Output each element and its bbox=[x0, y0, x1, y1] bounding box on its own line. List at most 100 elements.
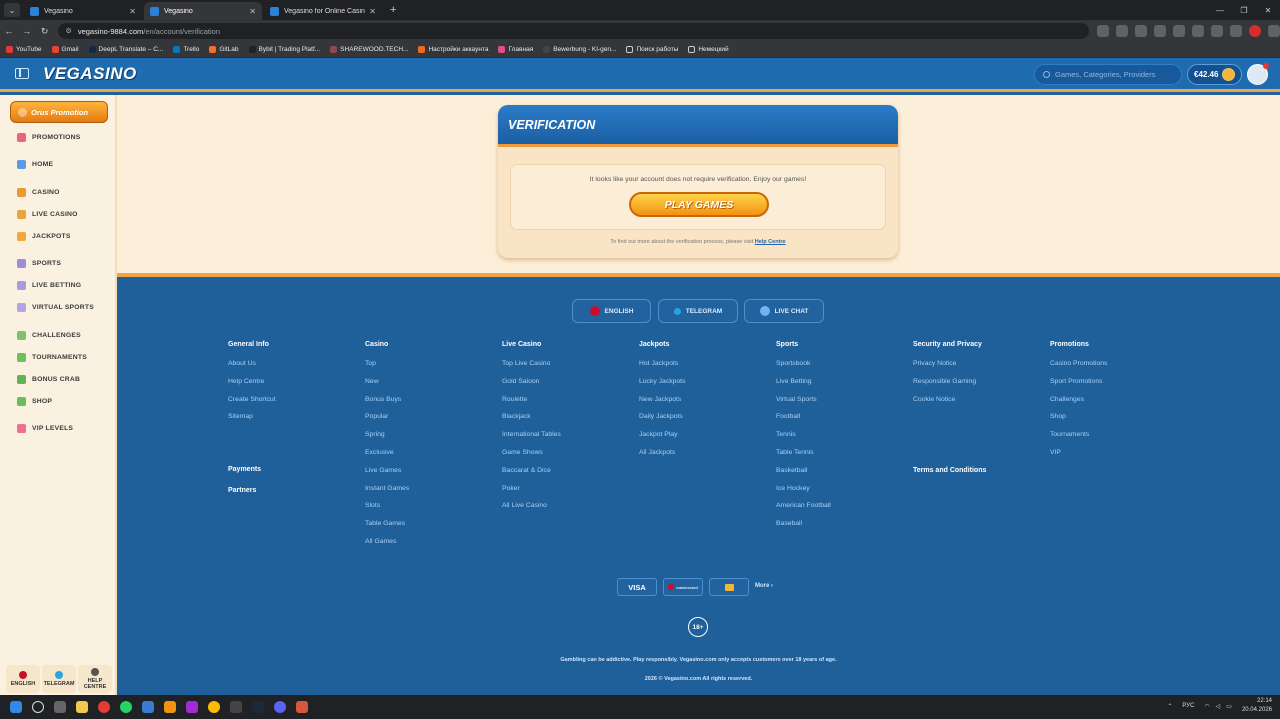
browser-tab-3[interactable]: Vegasino for Online Casino and ✕ bbox=[264, 2, 382, 20]
minimize-icon[interactable]: — bbox=[1208, 6, 1232, 15]
app-icon[interactable] bbox=[230, 701, 242, 713]
live-chat-button[interactable]: LIVE CHAT bbox=[744, 299, 824, 323]
footer-link[interactable]: Sportsbook bbox=[776, 360, 831, 378]
extension-icon[interactable] bbox=[1191, 25, 1204, 37]
footer-link[interactable]: Sitemap bbox=[228, 413, 276, 431]
bookmark-item[interactable]: Bybit | Trading Platf... bbox=[248, 46, 320, 53]
bookmark-star-icon[interactable] bbox=[1153, 25, 1166, 37]
bookmark-item[interactable]: Настройки аккаунта bbox=[418, 46, 488, 53]
back-icon[interactable]: ← bbox=[0, 26, 18, 36]
search-icon[interactable] bbox=[32, 701, 44, 713]
footer-link[interactable]: All Jackpots bbox=[639, 449, 685, 467]
kebab-menu-icon[interactable] bbox=[1267, 25, 1280, 37]
sidebar-item-promotions[interactable]: PROMOTIONS bbox=[17, 133, 80, 142]
footer-link[interactable]: Baseball bbox=[776, 520, 831, 538]
share-icon[interactable] bbox=[1134, 25, 1147, 37]
balance-button[interactable]: €42.46 bbox=[1187, 64, 1242, 85]
language-button[interactable]: ENGLISH bbox=[6, 665, 40, 693]
close-icon[interactable]: ✕ bbox=[369, 7, 376, 16]
footer-link[interactable]: Hot Jackpots bbox=[639, 360, 685, 378]
footer-link[interactable]: Virtual Sports bbox=[776, 396, 831, 414]
maximize-icon[interactable]: ❐ bbox=[1232, 6, 1256, 15]
app-icon[interactable] bbox=[296, 701, 308, 713]
opera-icon[interactable] bbox=[98, 701, 110, 713]
footer-link[interactable]: American Football bbox=[776, 502, 831, 520]
telegram-button[interactable]: TELEGRAM bbox=[42, 665, 76, 693]
sidebar-item-tournaments[interactable]: TOURNAMENTS bbox=[17, 353, 87, 362]
sidebar-item-sports[interactable]: SPORTS bbox=[17, 259, 61, 268]
footer-link[interactable]: Create Shortcut bbox=[228, 396, 276, 414]
sidebar-item-home[interactable]: HOME bbox=[17, 160, 53, 169]
sublime-icon[interactable] bbox=[164, 701, 176, 713]
profile-icon[interactable] bbox=[1248, 25, 1261, 37]
footer-link[interactable]: Sport Promotions bbox=[1050, 378, 1107, 396]
bookmark-item[interactable]: SHAREWOOD.TECH... bbox=[330, 46, 408, 53]
bookmark-folder[interactable]: Немецкий bbox=[688, 46, 729, 53]
tab-search-button[interactable]: ⌄ bbox=[4, 3, 20, 17]
sidebar-item-jackpots[interactable]: JACKPOTS bbox=[17, 232, 71, 241]
footer-link[interactable]: Exclusive bbox=[365, 449, 409, 467]
footer-link[interactable]: VIP bbox=[1050, 449, 1107, 467]
sidebar-item-live-betting[interactable]: LIVE BETTING bbox=[17, 281, 81, 290]
footer-link[interactable]: Shop bbox=[1050, 413, 1107, 431]
footer-link[interactable]: All Games bbox=[365, 538, 409, 556]
promotion-button[interactable]: Orus Promotion bbox=[10, 101, 108, 123]
footer-payments-link[interactable]: Payments bbox=[228, 466, 261, 473]
telegram-button[interactable]: TELEGRAM bbox=[658, 299, 738, 323]
help-centre-button[interactable]: HELP CENTRE bbox=[78, 665, 112, 693]
steam-icon[interactable] bbox=[252, 701, 264, 713]
ide-icon[interactable] bbox=[186, 701, 198, 713]
footer-link[interactable]: Spring bbox=[365, 431, 409, 449]
language-selector-button[interactable]: ENGLISH bbox=[572, 299, 651, 323]
bookmark-item[interactable]: Gmail bbox=[51, 46, 79, 53]
footer-link[interactable]: Roulette bbox=[502, 396, 561, 414]
search-input[interactable]: Games, Categories, Providers bbox=[1034, 64, 1182, 85]
site-logo[interactable]: VEGASINO bbox=[43, 64, 137, 84]
keyboard-language[interactable]: РУС bbox=[1182, 703, 1194, 709]
footer-link[interactable]: Bonus Buys bbox=[365, 396, 409, 414]
bookmark-item[interactable]: DeepL Translate – C... bbox=[88, 46, 163, 53]
vscode-icon[interactable] bbox=[142, 701, 154, 713]
battery-icon[interactable]: ▭ bbox=[1226, 703, 1232, 710]
footer-link[interactable]: Ice Hockey bbox=[776, 485, 831, 503]
footer-link[interactable]: New Jackpots bbox=[639, 396, 685, 414]
more-payments-link[interactable]: More › bbox=[755, 583, 773, 589]
footer-link[interactable]: International Tables bbox=[502, 431, 561, 449]
help-centre-link[interactable]: Help Centre bbox=[755, 239, 786, 245]
sidebar-item-vip-levels[interactable]: VIP LEVELS bbox=[17, 424, 73, 433]
footer-link[interactable]: Poker bbox=[502, 485, 561, 503]
footer-link[interactable]: Top bbox=[365, 360, 409, 378]
footer-link[interactable]: Table Tennis bbox=[776, 449, 831, 467]
cast-icon[interactable] bbox=[1115, 25, 1128, 37]
discord-icon[interactable] bbox=[274, 701, 286, 713]
whatsapp-icon[interactable] bbox=[120, 701, 132, 713]
reload-icon[interactable]: ↻ bbox=[36, 26, 54, 37]
sidebar-item-virtual-sports[interactable]: VIRTUAL SPORTS bbox=[17, 303, 94, 312]
footer-link[interactable]: Daily Jackpots bbox=[639, 413, 685, 431]
file-explorer-icon[interactable] bbox=[76, 701, 88, 713]
chrome-icon[interactable] bbox=[208, 701, 220, 713]
footer-link[interactable]: Privacy Notice bbox=[913, 360, 982, 378]
footer-link[interactable]: Casino Promotions bbox=[1050, 360, 1107, 378]
translate-icon[interactable] bbox=[1096, 25, 1109, 37]
sidebar-item-bonus-crab[interactable]: BONUS CRAB bbox=[17, 375, 80, 384]
footer-link[interactable]: About Us bbox=[228, 360, 276, 378]
footer-link[interactable]: Live Games bbox=[365, 467, 409, 485]
footer-link[interactable]: Baccarat & Dice bbox=[502, 467, 561, 485]
puzzle-icon[interactable] bbox=[1229, 25, 1242, 37]
bookmark-item[interactable]: Trello bbox=[173, 46, 199, 53]
sidebar-item-live-casino[interactable]: LIVE CASINO bbox=[17, 210, 78, 219]
footer-link[interactable]: Challenges bbox=[1050, 396, 1107, 414]
sidebar-toggle-icon[interactable] bbox=[15, 68, 29, 79]
footer-link[interactable]: Slots bbox=[365, 502, 409, 520]
close-window-icon[interactable]: ✕ bbox=[1256, 6, 1280, 15]
footer-link[interactable]: Table Games bbox=[365, 520, 409, 538]
chevron-up-icon[interactable]: ⌃ bbox=[1167, 703, 1172, 710]
footer-link[interactable]: Tennis bbox=[776, 431, 831, 449]
avatar[interactable] bbox=[1247, 63, 1269, 85]
play-games-button[interactable]: PLAY GAMES bbox=[629, 192, 769, 217]
footer-link[interactable]: All Live Casino bbox=[502, 502, 561, 520]
task-view-icon[interactable] bbox=[54, 701, 66, 713]
bookmark-folder[interactable]: Поиск работы bbox=[626, 46, 678, 53]
url-input[interactable]: ⚙ vegasino-9884.com/en/account/verificat… bbox=[57, 23, 1089, 39]
